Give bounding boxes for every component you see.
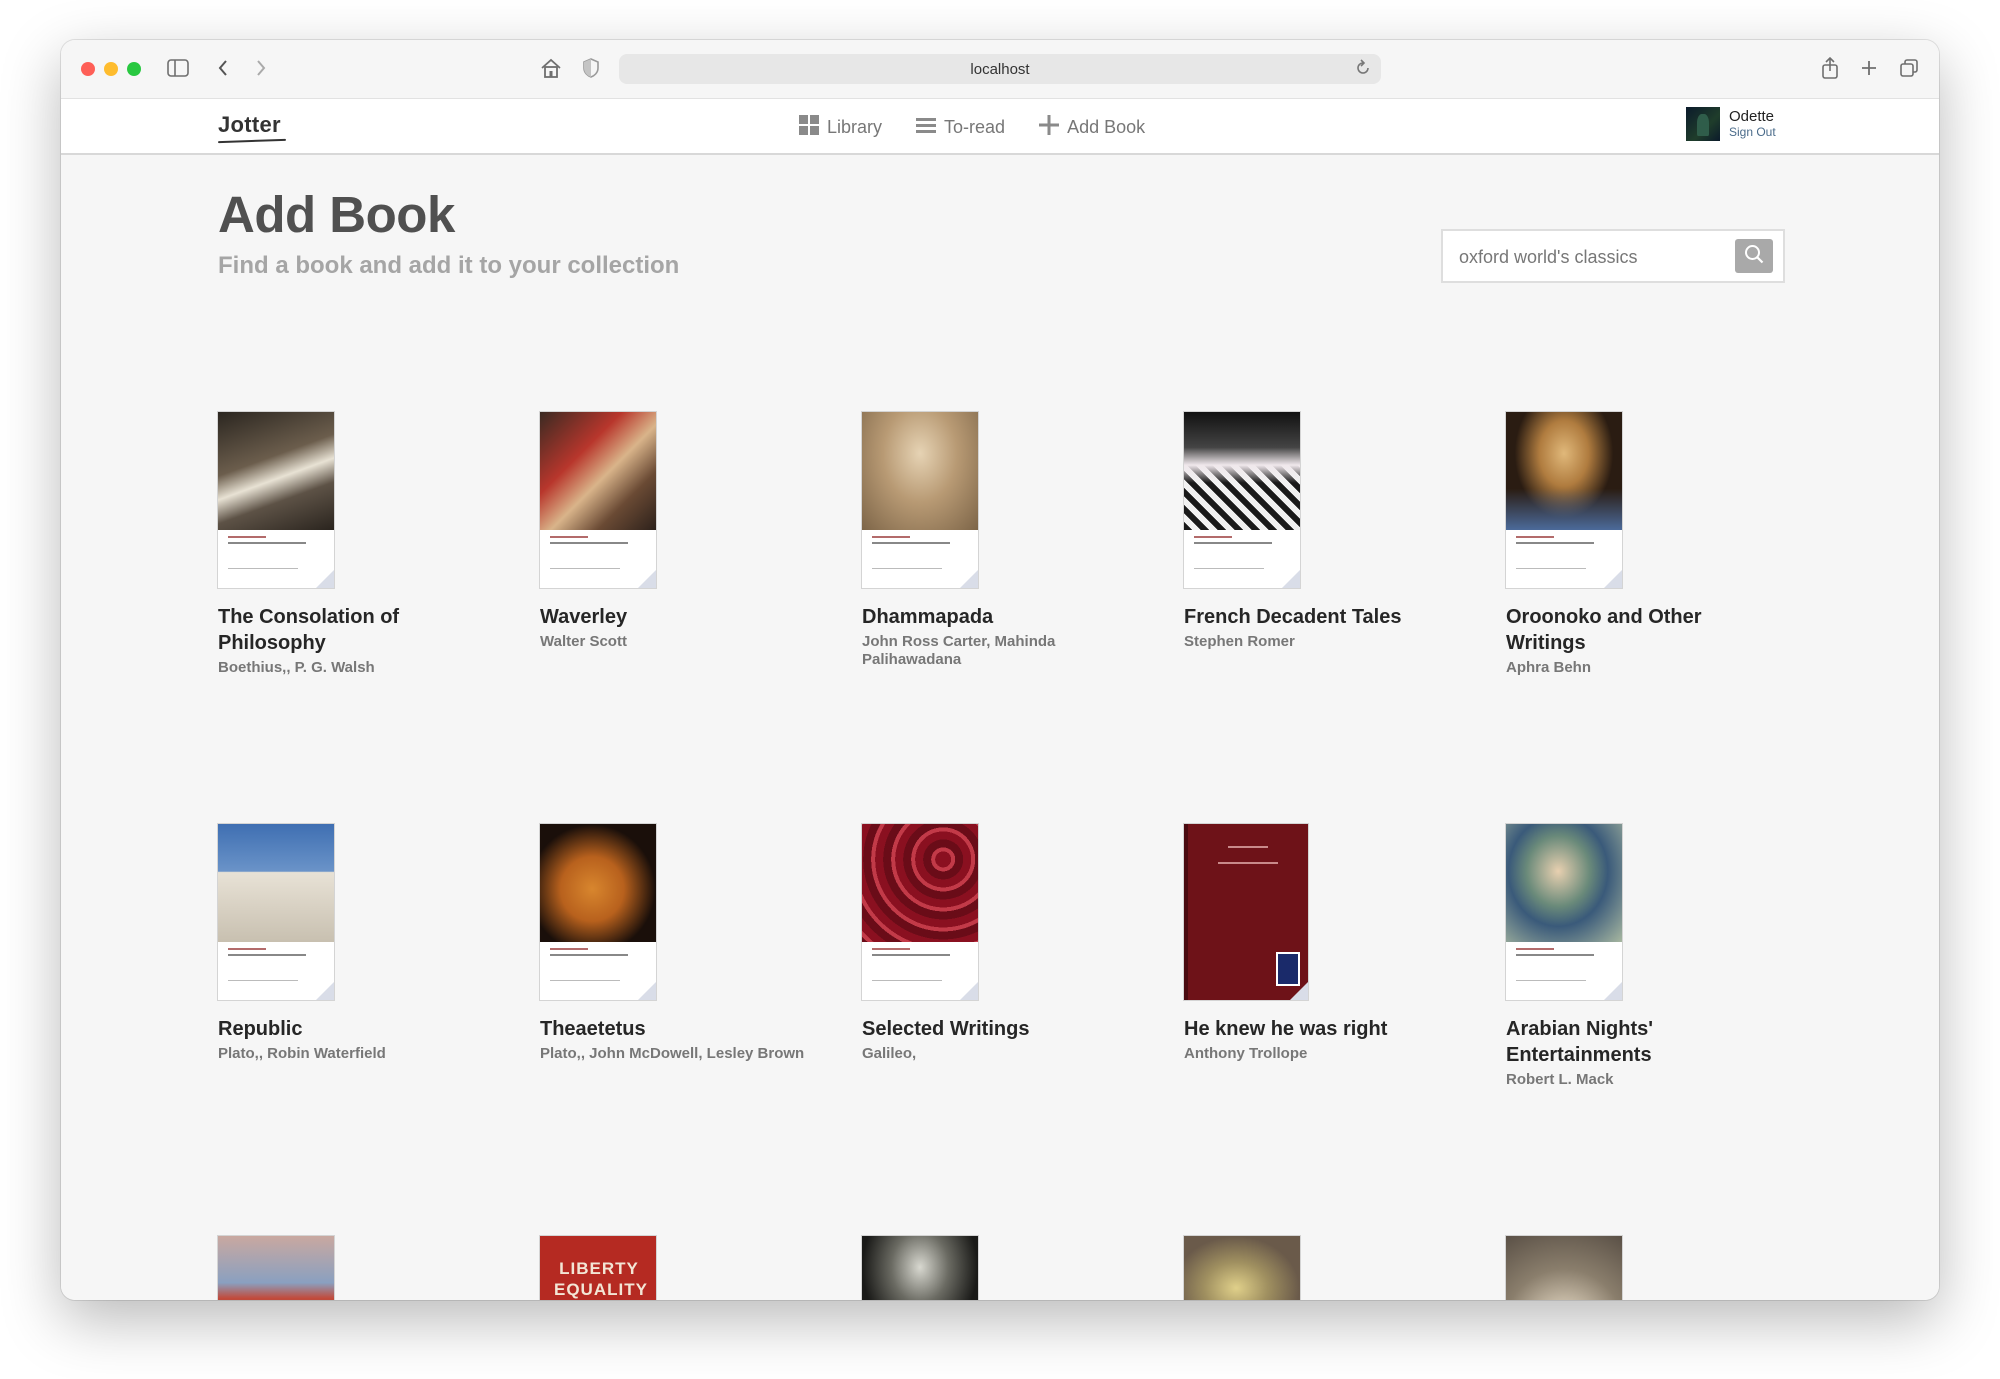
user-name: Odette <box>1729 108 1775 125</box>
book-card[interactable]: Arabian Nights' Entertainments Robert L.… <box>1506 824 1776 1089</box>
book-cover[interactable] <box>1506 824 1622 1000</box>
book-cover[interactable] <box>862 1236 978 1300</box>
zoom-window-button[interactable] <box>127 62 141 76</box>
book-author: Stephen Romer <box>1184 633 1295 650</box>
book-card[interactable]: Republic Plato,, Robin Waterfield <box>218 824 488 1063</box>
book-cover[interactable] <box>540 412 656 588</box>
book-author: Plato,, Robin Waterfield <box>218 1045 386 1062</box>
avatar[interactable] <box>1686 107 1720 141</box>
book-author: Anthony Trollope <box>1184 1045 1308 1062</box>
list-icon <box>916 116 937 139</box>
book-card[interactable]: The Consolation of Philosophy Boethius,,… <box>218 412 488 677</box>
grid-icon <box>799 115 819 140</box>
book-author: Galileo, <box>862 1045 917 1062</box>
url-text: localhost <box>970 61 1030 78</box>
book-author: Plato,, John McDowell, Lesley Brown <box>540 1045 805 1062</box>
browser-window: localhost Jotter Library To-read Add Boo… <box>61 40 1939 1300</box>
book-author: Walter Scott <box>540 633 627 650</box>
book-card[interactable] <box>1184 1236 1454 1300</box>
book-cover[interactable] <box>862 412 978 588</box>
forward-arrow-icon[interactable] <box>251 54 271 82</box>
book-title[interactable]: Oroonoko and Other Writings <box>1506 604 1776 656</box>
page-subtitle: Find a book and add it to your collectio… <box>218 252 680 279</box>
search-box <box>1441 229 1785 283</box>
book-card[interactable]: French Decadent Tales Stephen Romer <box>1184 412 1454 651</box>
cover-lettering: LIBERTY EQUALITY & HUMBUG ORWELL'S <box>554 1259 648 1299</box>
book-cover[interactable]: LIBERTY EQUALITY & HUMBUG ORWELL'S <box>540 1236 656 1300</box>
book-cover[interactable] <box>1184 1236 1300 1300</box>
book-title[interactable]: Waverley <box>540 604 810 630</box>
home-icon[interactable] <box>539 54 563 82</box>
browser-toolbar: localhost <box>61 40 1939 99</box>
main-content: Add Book Find a book and add it to your … <box>61 155 1939 1300</box>
book-title[interactable]: The Consolation of Philosophy <box>218 604 488 656</box>
tab-overview-icon[interactable] <box>1898 54 1920 82</box>
user-menu: Odette Sign Out <box>1686 107 1776 141</box>
book-author: Boethius,, P. G. Walsh <box>218 659 375 676</box>
book-card[interactable]: He knew he was right Anthony Trollope <box>1184 824 1454 1063</box>
app-logo[interactable]: Jotter <box>218 112 281 138</box>
reload-icon[interactable] <box>1355 59 1371 82</box>
nav-links: Library To-read Add Book <box>799 115 1145 140</box>
book-card[interactable] <box>1506 1236 1776 1300</box>
nav-link-add-book[interactable]: Add Book <box>1039 115 1145 140</box>
book-cover[interactable] <box>218 1236 334 1300</box>
book-author: Robert L. Mack <box>1506 1071 1614 1088</box>
logo-underline <box>217 138 287 144</box>
new-tab-plus-icon[interactable] <box>1858 54 1880 82</box>
book-title[interactable]: French Decadent Tales <box>1184 604 1454 630</box>
app-navbar: Jotter Library To-read Add Book Odette S… <box>61 99 1939 155</box>
minimize-window-button[interactable] <box>104 62 118 76</box>
share-icon[interactable] <box>1819 54 1841 82</box>
book-card[interactable]: Oroonoko and Other Writings Aphra Behn <box>1506 412 1776 677</box>
book-cover[interactable] <box>540 824 656 1000</box>
book-card[interactable] <box>218 1236 488 1300</box>
book-card[interactable]: LIBERTY EQUALITY & HUMBUG ORWELL'S <box>540 1236 810 1300</box>
nav-link-label: Library <box>827 117 883 137</box>
nav-link-to-read[interactable]: To-read <box>916 115 1005 140</box>
book-author: Aphra Behn <box>1506 659 1592 676</box>
nav-link-label: To-read <box>944 117 1006 137</box>
book-title[interactable]: Arabian Nights' Entertainments <box>1506 1016 1776 1068</box>
back-arrow-icon[interactable] <box>213 54 233 82</box>
book-card[interactable]: Waverley Walter Scott <box>540 412 810 651</box>
search-button[interactable] <box>1735 239 1773 273</box>
nav-link-label: Add Book <box>1067 117 1146 137</box>
page-title: Add Book <box>218 186 455 243</box>
sign-out-link[interactable]: Sign Out <box>1729 125 1776 140</box>
book-cover[interactable] <box>1184 824 1308 1000</box>
book-cover[interactable] <box>218 412 334 588</box>
plus-icon <box>1039 115 1060 140</box>
book-author: John Ross Carter, Mahinda Palihawadana <box>862 633 1056 668</box>
book-card[interactable]: Dhammapada John Ross Carter, Mahinda Pal… <box>862 412 1132 669</box>
nav-link-library[interactable]: Library <box>799 115 882 140</box>
address-bar[interactable]: localhost <box>619 54 1381 84</box>
book-cover[interactable] <box>1506 412 1622 588</box>
sidebar-toggle-icon[interactable] <box>165 54 191 82</box>
book-card[interactable] <box>862 1236 1132 1300</box>
book-cover[interactable] <box>862 824 978 1000</box>
book-title[interactable]: He knew he was right <box>1184 1016 1454 1042</box>
book-card[interactable]: Theaetetus Plato,, John McDowell, Lesley… <box>540 824 810 1063</box>
search-input[interactable] <box>1457 241 1731 273</box>
book-card[interactable]: Selected Writings Galileo, <box>862 824 1132 1063</box>
book-title[interactable]: Theaetetus <box>540 1016 810 1042</box>
book-title[interactable]: Republic <box>218 1016 488 1042</box>
book-cover[interactable] <box>1184 412 1300 588</box>
book-cover[interactable] <box>1506 1236 1622 1300</box>
book-title[interactable]: Dhammapada <box>862 604 1132 630</box>
privacy-shield-icon[interactable] <box>581 54 601 82</box>
book-cover[interactable] <box>218 824 334 1000</box>
book-title[interactable]: Selected Writings <box>862 1016 1132 1042</box>
search-icon <box>1744 244 1764 269</box>
close-window-button[interactable] <box>81 62 95 76</box>
